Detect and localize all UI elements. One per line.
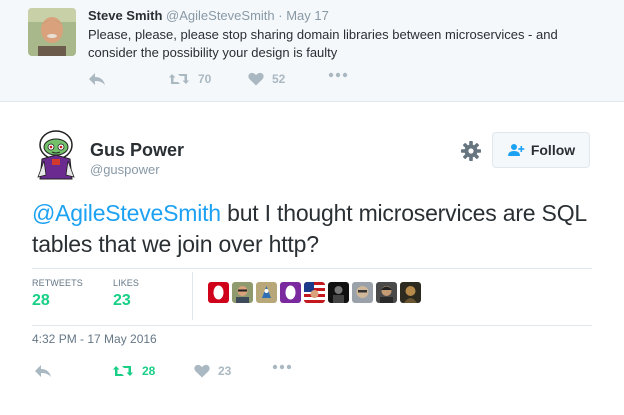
liker-avatar[interactable] bbox=[376, 282, 397, 303]
heart-icon bbox=[248, 72, 264, 86]
parent-tweet-header: Steve Smith @AgileSteveSmith · May 17 bbox=[88, 8, 329, 23]
heart-icon bbox=[194, 364, 210, 378]
retweets-label: RETWEETS bbox=[32, 278, 83, 288]
tweet-timestamp[interactable]: 4:32 PM - 17 May 2016 bbox=[32, 332, 157, 346]
liker-avatars bbox=[208, 282, 421, 303]
more-icon bbox=[272, 364, 292, 370]
retweet-count: 70 bbox=[198, 72, 212, 86]
follow-person-icon bbox=[507, 144, 525, 156]
author-name[interactable]: Gus Power bbox=[90, 140, 184, 161]
likes-label: LIKES bbox=[113, 278, 140, 288]
main-tweet: Gus Power @guspower Follow @AgileSteveSm… bbox=[0, 102, 624, 415]
follow-label: Follow bbox=[530, 142, 576, 158]
reply-icon bbox=[35, 365, 51, 377]
mention-link[interactable]: @AgileSteveSmith bbox=[32, 200, 221, 226]
liker-avatar[interactable] bbox=[232, 282, 253, 303]
divider bbox=[192, 272, 193, 320]
reply-button[interactable] bbox=[34, 364, 52, 378]
more-button[interactable] bbox=[328, 72, 348, 78]
retweet-button[interactable]: 70 bbox=[168, 72, 211, 86]
avatar[interactable] bbox=[28, 8, 76, 56]
author-name[interactable]: Steve Smith bbox=[88, 8, 162, 23]
author-handle[interactable]: @AgileSteveSmith bbox=[166, 8, 275, 23]
like-count: 52 bbox=[272, 72, 286, 86]
tweet-text: Please, please, please stop sharing doma… bbox=[88, 27, 558, 60]
retweets-stat[interactable]: RETWEETS 28 bbox=[32, 278, 83, 310]
liker-avatar[interactable] bbox=[208, 282, 229, 303]
retweet-icon bbox=[169, 74, 189, 84]
avatar[interactable] bbox=[32, 125, 80, 181]
liker-avatar[interactable] bbox=[256, 282, 277, 303]
like-button[interactable]: 23 bbox=[194, 364, 231, 378]
likes-stat[interactable]: LIKES 23 bbox=[113, 278, 139, 310]
likes-value: 23 bbox=[113, 292, 131, 309]
liker-avatar[interactable] bbox=[280, 282, 301, 303]
retweet-count: 28 bbox=[142, 364, 156, 378]
divider bbox=[32, 325, 592, 326]
parent-tweet-actions: 70 52 bbox=[88, 72, 388, 90]
main-tweet-actions: 28 23 bbox=[32, 364, 332, 384]
retweet-icon bbox=[113, 366, 133, 376]
liker-avatar[interactable] bbox=[400, 282, 421, 303]
more-button[interactable] bbox=[272, 364, 292, 370]
reply-button[interactable] bbox=[88, 72, 106, 86]
tweet-date[interactable]: May 17 bbox=[286, 8, 329, 23]
liker-avatar[interactable] bbox=[304, 282, 325, 303]
liker-avatar[interactable] bbox=[352, 282, 373, 303]
retweet-button[interactable]: 28 bbox=[112, 364, 155, 378]
liker-avatar[interactable] bbox=[328, 282, 349, 303]
divider bbox=[32, 268, 592, 269]
follow-button[interactable]: Follow bbox=[492, 132, 590, 168]
reply-icon bbox=[89, 73, 105, 85]
like-button[interactable]: 52 bbox=[248, 72, 285, 86]
author-handle[interactable]: @guspower bbox=[90, 162, 160, 177]
more-icon bbox=[328, 72, 348, 78]
separator-dot: · bbox=[278, 8, 283, 23]
tweet-text: @AgileSteveSmith but I thought microserv… bbox=[32, 198, 592, 260]
gear-icon[interactable] bbox=[460, 140, 482, 162]
parent-tweet[interactable]: Steve Smith @AgileSteveSmith · May 17 Pl… bbox=[0, 0, 624, 102]
retweets-value: 28 bbox=[32, 292, 50, 309]
like-count: 23 bbox=[218, 364, 232, 378]
